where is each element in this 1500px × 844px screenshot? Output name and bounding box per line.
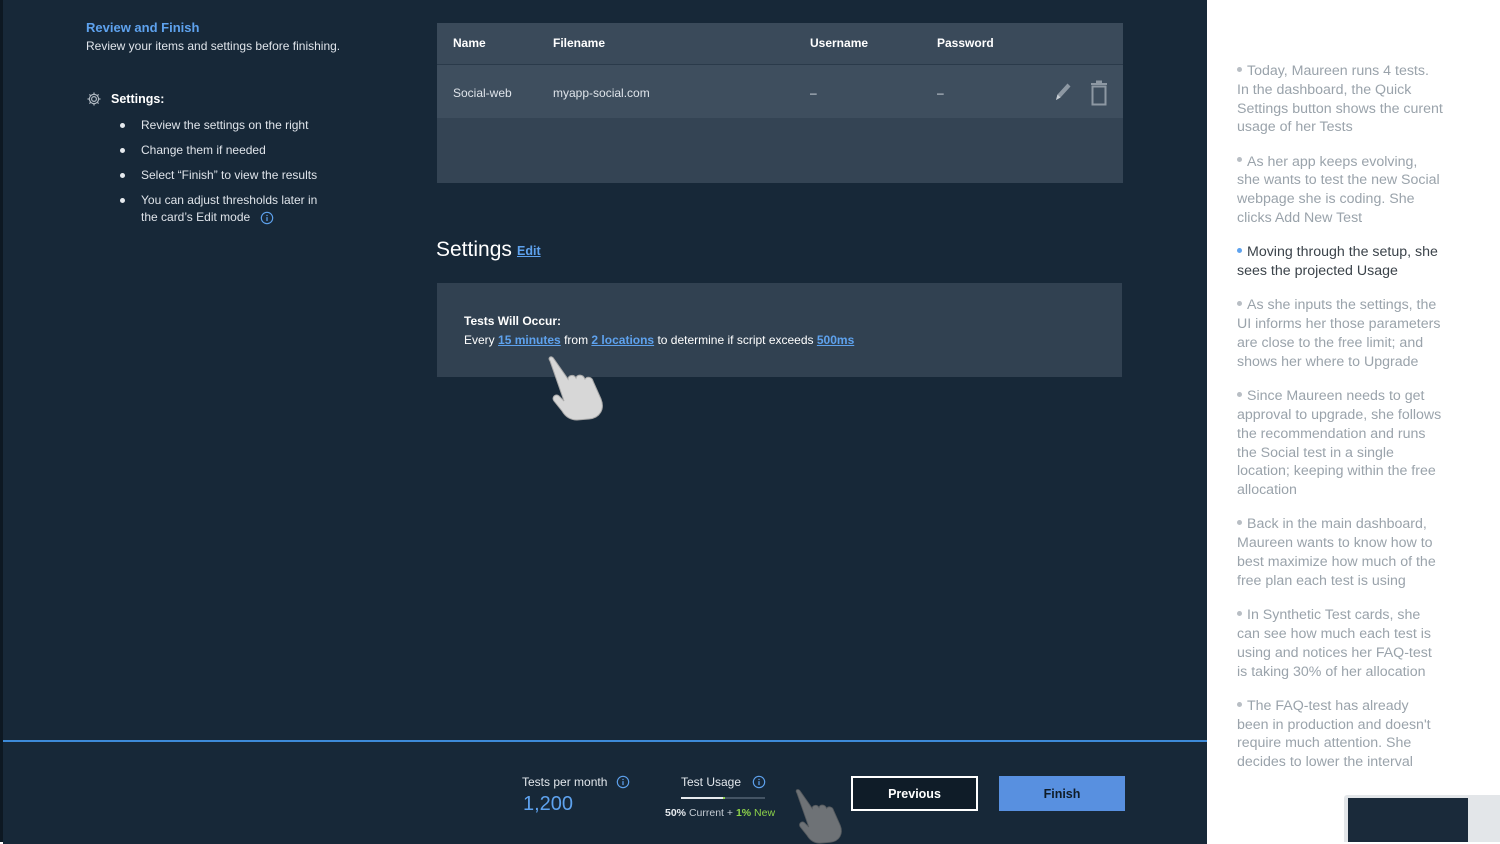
previous-button[interactable]: Previous [851, 776, 978, 811]
instruction-text: Change them if needed [141, 143, 266, 157]
instructions-list: Review the settings on the right Change … [120, 117, 335, 234]
usage-progress-bar [681, 797, 765, 799]
note-item: Since Maureen needs to get approval to u… [1237, 387, 1443, 500]
note-text: In Synthetic Test cards, she can see how… [1237, 607, 1432, 680]
note-item: As she inputs the settings, the UI infor… [1237, 296, 1443, 371]
tests-per-month-label: Tests per month [522, 775, 608, 789]
column-header-password[interactable]: Password [937, 36, 994, 50]
schedule-text-every: Every [464, 333, 495, 347]
window-edge [0, 0, 3, 842]
script-table: Name Filename Username Password Social-w… [437, 23, 1123, 183]
hand-cursor-icon [795, 789, 842, 844]
note-text: The FAQ-test has already been in product… [1237, 697, 1431, 771]
table-header: Name Filename Username Password [437, 23, 1123, 65]
gear-icon [87, 92, 101, 106]
note-item: As her app keeps evolving, she wants to … [1237, 153, 1443, 228]
settings-title: Settings [436, 238, 512, 261]
test-schedule-panel: Tests Will Occur: Every 15 minutes from … [437, 283, 1122, 377]
bullet-icon [1237, 66, 1242, 72]
instruction-item: Review the settings on the right [120, 117, 335, 134]
settings-help-heading: Settings: [86, 91, 164, 107]
note-item: The FAQ-test has already been in product… [1237, 697, 1443, 772]
edit-settings-link[interactable]: Edit [517, 244, 541, 258]
instruction-text: Review the settings on the right [141, 118, 309, 132]
storyboard-notes: Today, Maureen runs 4 tests. In the dash… [1237, 62, 1443, 788]
info-icon[interactable] [616, 775, 630, 789]
usage-summary: 50% Current + 1% New [665, 807, 775, 819]
hand-cursor-icon [548, 356, 603, 421]
cell-password: – [937, 86, 944, 100]
note-item: Today, Maureen runs 4 tests. In the dash… [1237, 62, 1443, 137]
cell-name: Social-web [453, 86, 512, 100]
screen-thumbnail [1344, 795, 1500, 842]
info-icon[interactable] [260, 211, 274, 225]
step-title: Review and Finish [86, 20, 200, 35]
table-row[interactable]: Social-web myapp-social.com – – [437, 65, 1123, 118]
locations-link[interactable]: 2 locations [591, 333, 654, 347]
schedule-text-determine: to determine if script exceeds [657, 333, 814, 347]
bullet-icon [1237, 157, 1242, 163]
finish-button[interactable]: Finish [999, 776, 1125, 811]
step-description: Review your items and settings before fi… [86, 39, 341, 53]
column-header-name[interactable]: Name [453, 36, 486, 50]
test-usage-label: Test Usage [681, 775, 742, 789]
note-item: Back in the main dashboard, Maureen want… [1237, 515, 1443, 590]
schedule-title: Tests Will Occur: [464, 314, 562, 328]
note-text: Back in the main dashboard, Maureen want… [1237, 516, 1436, 589]
schedule-sentence: Every 15 minutes from 2 locations to det… [464, 333, 854, 347]
usage-current-pct: 50% [665, 807, 687, 819]
tests-per-month-value: 1,200 [523, 793, 574, 815]
cell-username: – [810, 86, 817, 100]
bullet-icon [1237, 520, 1242, 526]
settings-help-label: Settings: [111, 92, 165, 106]
schedule-text-from: from [564, 333, 589, 347]
instruction-item: Select “Finish” to view the results [120, 167, 335, 184]
usage-current-label: Current [688, 807, 724, 819]
usage-current-fill [681, 797, 723, 799]
bullet-icon [1237, 701, 1242, 707]
note-text: As her app keeps evolving, she wants to … [1237, 153, 1440, 227]
note-item-active: Moving through the setup, she sees the p… [1237, 243, 1443, 281]
column-header-filename[interactable]: Filename [553, 36, 605, 50]
usage-new-fill [723, 797, 725, 799]
usage-new-label: New [754, 807, 776, 819]
bullet-icon [1237, 391, 1242, 397]
interval-link[interactable]: 15 minutes [498, 333, 561, 347]
cell-filename: myapp-social.com [553, 86, 650, 100]
wizard-footer: Tests per month 1,200 Test Usage 50% Cur… [3, 740, 1207, 844]
note-item: In Synthetic Test cards, she can see how… [1237, 606, 1443, 681]
info-icon[interactable] [752, 775, 766, 789]
note-text: Since Maureen needs to get approval to u… [1237, 388, 1442, 499]
usage-plus: + [726, 807, 734, 819]
usage-new-pct: 1% [735, 807, 752, 819]
bullet-icon [1237, 301, 1242, 307]
step-header: Review and Finish Review your items and … [86, 20, 386, 54]
note-text: As she inputs the settings, the UI infor… [1237, 297, 1441, 370]
bullet-icon [1237, 610, 1242, 616]
wizard-app: Review and Finish Review your items and … [0, 0, 1207, 844]
note-text: Moving through the setup, she sees the p… [1237, 244, 1438, 280]
instruction-item: Change them if needed [120, 142, 335, 159]
bullet-icon [1237, 248, 1242, 254]
instruction-item: You can adjust thresholds later in the c… [120, 192, 335, 226]
column-header-username[interactable]: Username [810, 36, 868, 50]
thumbnail-preview [1348, 798, 1468, 842]
threshold-link[interactable]: 500ms [817, 333, 854, 347]
note-text: Today, Maureen runs 4 tests. In the dash… [1237, 63, 1443, 136]
instruction-text: You can adjust thresholds later in the c… [141, 193, 318, 224]
trash-icon[interactable] [1090, 80, 1108, 106]
instruction-text: Select “Finish” to view the results [141, 168, 318, 182]
pencil-icon[interactable] [1053, 80, 1073, 104]
